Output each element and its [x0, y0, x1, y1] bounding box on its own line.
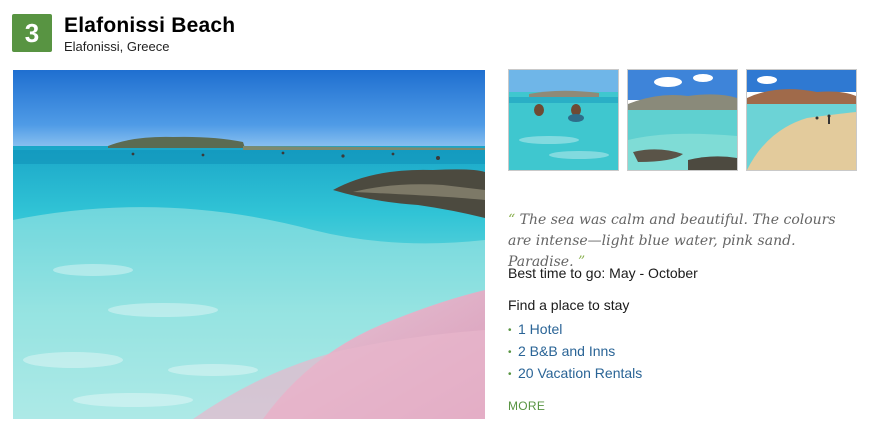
find-stay-heading: Find a place to stay — [508, 297, 630, 313]
bullet-icon: • — [508, 369, 512, 380]
bullet-icon: • — [508, 325, 512, 336]
bullet-icon: • — [508, 347, 512, 358]
listing-location: Elafonissi, Greece — [64, 39, 170, 54]
list-item: • 20 Vacation Rentals — [508, 362, 642, 384]
quote-text: The sea was calm and beautiful. The colo… — [508, 212, 836, 270]
stay-options-list: • 1 Hotel • 2 B&B and Inns • 20 Vacation Re… — [508, 318, 642, 384]
thumbnail-swimmers-photo[interactable] — [508, 69, 619, 171]
main-beach-photo[interactable] — [13, 70, 485, 419]
bnb-link[interactable]: 2 B&B and Inns — [518, 343, 615, 359]
review-quote: “ The sea was calm and beautiful. The co… — [508, 210, 860, 273]
best-time-to-go: Best time to go: May - October — [508, 265, 698, 281]
rank-badge: 3 — [12, 14, 52, 52]
thumbnail-coast-photo[interactable] — [627, 69, 738, 171]
list-item: • 2 B&B and Inns — [508, 340, 642, 362]
vacation-rentals-link[interactable]: 20 Vacation Rentals — [518, 365, 642, 381]
list-item: • 1 Hotel — [508, 318, 642, 340]
hotel-link[interactable]: 1 Hotel — [518, 321, 562, 337]
thumbnail-sandbar-photo[interactable] — [746, 69, 857, 171]
open-quote-mark: “ — [508, 212, 516, 228]
more-link[interactable]: MORE — [508, 399, 545, 413]
listing-title[interactable]: Elafonissi Beach — [64, 14, 235, 38]
